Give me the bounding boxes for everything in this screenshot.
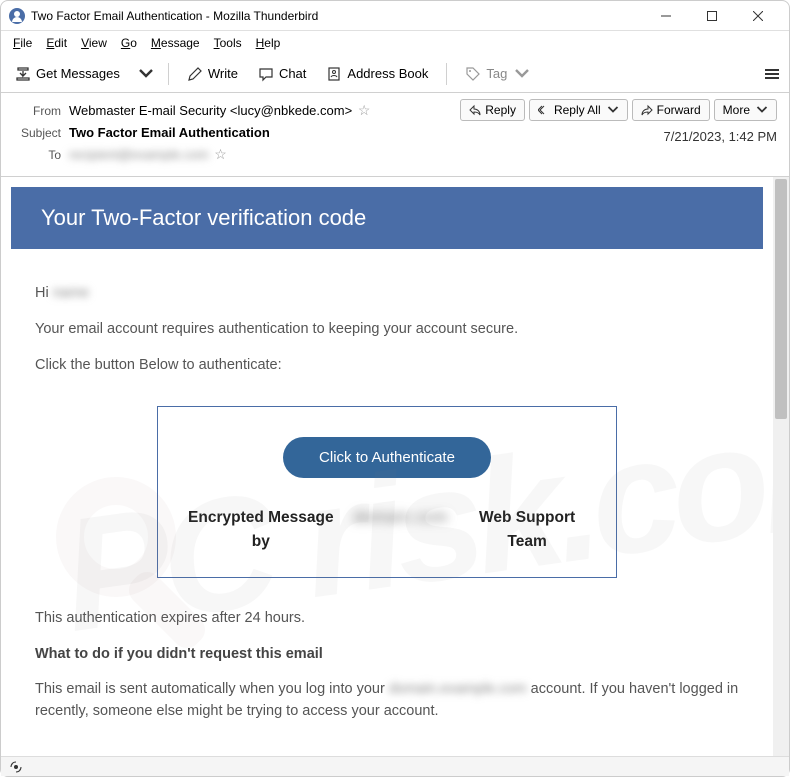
menu-view[interactable]: View: [75, 34, 113, 52]
chat-icon: [258, 66, 274, 82]
menu-go[interactable]: Go: [115, 34, 143, 52]
message-content: Your Two-Factor verification code Hi nam…: [1, 177, 773, 764]
maximize-button[interactable]: [689, 1, 735, 31]
to-label: To: [13, 148, 61, 162]
message-date: 7/21/2023, 1:42 PM: [664, 129, 777, 144]
tag-icon: [465, 66, 481, 82]
write-button[interactable]: Write: [181, 62, 244, 86]
more-label: More: [723, 103, 750, 117]
reply-all-label: Reply All: [554, 103, 601, 117]
app-menu-button[interactable]: [763, 67, 781, 81]
email-line2: Click the button Below to authenticate:: [35, 355, 739, 377]
menu-help[interactable]: Help: [250, 34, 287, 52]
message-header: From Webmaster E-mail Security <lucy@nbk…: [1, 93, 789, 177]
email-banner: Your Two-Factor verification code: [11, 187, 763, 249]
title-bar: Two Factor Email Authentication - Mozill…: [1, 1, 789, 31]
reply-all-icon: [538, 104, 550, 116]
menu-edit[interactable]: Edit: [40, 34, 73, 52]
star-contact-button[interactable]: ☆: [358, 102, 371, 118]
address-book-button[interactable]: Address Book: [320, 62, 434, 86]
more-button[interactable]: More: [714, 99, 777, 121]
toolbar: Get Messages Write Chat Address Book Tag: [1, 55, 789, 93]
scrollbar-thumb[interactable]: [775, 179, 787, 419]
separator: [446, 63, 447, 85]
forward-icon: [641, 104, 653, 116]
menu-message[interactable]: Message: [145, 34, 206, 52]
close-button[interactable]: [735, 1, 781, 31]
get-messages-button[interactable]: Get Messages: [9, 62, 126, 86]
reply-icon: [469, 104, 481, 116]
menu-file[interactable]: File: [7, 34, 38, 52]
chevron-down-icon: [756, 104, 768, 116]
address-book-icon: [326, 66, 342, 82]
address-book-label: Address Book: [347, 66, 428, 81]
app-icon: [9, 8, 25, 24]
download-icon: [15, 66, 31, 82]
separator: [168, 63, 169, 85]
window-title: Two Factor Email Authentication - Mozill…: [31, 9, 643, 23]
activity-icon: [9, 760, 23, 774]
chevron-down-icon: [514, 66, 530, 82]
minimize-button[interactable]: [643, 1, 689, 31]
vertical-scrollbar[interactable]: [773, 177, 789, 764]
not-requested-heading: What to do if you didn't request this em…: [35, 644, 739, 666]
chevron-down-icon: [607, 104, 619, 116]
menu-bar: File Edit View Go Message Tools Help: [1, 31, 789, 55]
menu-tools[interactable]: Tools: [208, 34, 248, 52]
subject-label: Subject: [13, 126, 61, 140]
tag-label: Tag: [486, 66, 507, 81]
chat-button[interactable]: Chat: [252, 62, 312, 86]
auth-box: Click to Authenticate Encrypted Message …: [157, 406, 617, 578]
get-messages-dropdown[interactable]: [134, 62, 156, 86]
encrypted-line: Encrypted Message by domain.com Web Supp…: [178, 506, 596, 553]
reply-button[interactable]: Reply: [460, 99, 525, 121]
forward-label: Forward: [657, 103, 701, 117]
forward-button[interactable]: Forward: [632, 99, 710, 121]
tag-button[interactable]: Tag: [459, 62, 536, 86]
email-greeting: Hi name: [35, 283, 739, 305]
email-line1: Your email account requires authenticati…: [35, 319, 739, 341]
get-messages-label: Get Messages: [36, 66, 120, 81]
message-body-area: PC risk.com Your Two-Factor verification…: [1, 177, 789, 764]
status-bar: [1, 756, 789, 776]
from-label: From: [13, 104, 61, 118]
write-label: Write: [208, 66, 238, 81]
email-expires: This authentication expires after 24 hou…: [35, 608, 739, 630]
reply-all-button[interactable]: Reply All: [529, 99, 628, 121]
authenticate-button[interactable]: Click to Authenticate: [283, 437, 491, 478]
pencil-icon: [187, 66, 203, 82]
message-actions: Reply Reply All Forward More: [460, 99, 777, 121]
reply-label: Reply: [485, 103, 516, 117]
not-requested-body: This email is sent automatically when yo…: [35, 679, 739, 723]
star-recipient-button[interactable]: ☆: [214, 146, 227, 162]
chat-label: Chat: [279, 66, 306, 81]
chevron-down-icon: [138, 66, 154, 82]
to-value: recipient@example.com ☆: [69, 146, 777, 163]
